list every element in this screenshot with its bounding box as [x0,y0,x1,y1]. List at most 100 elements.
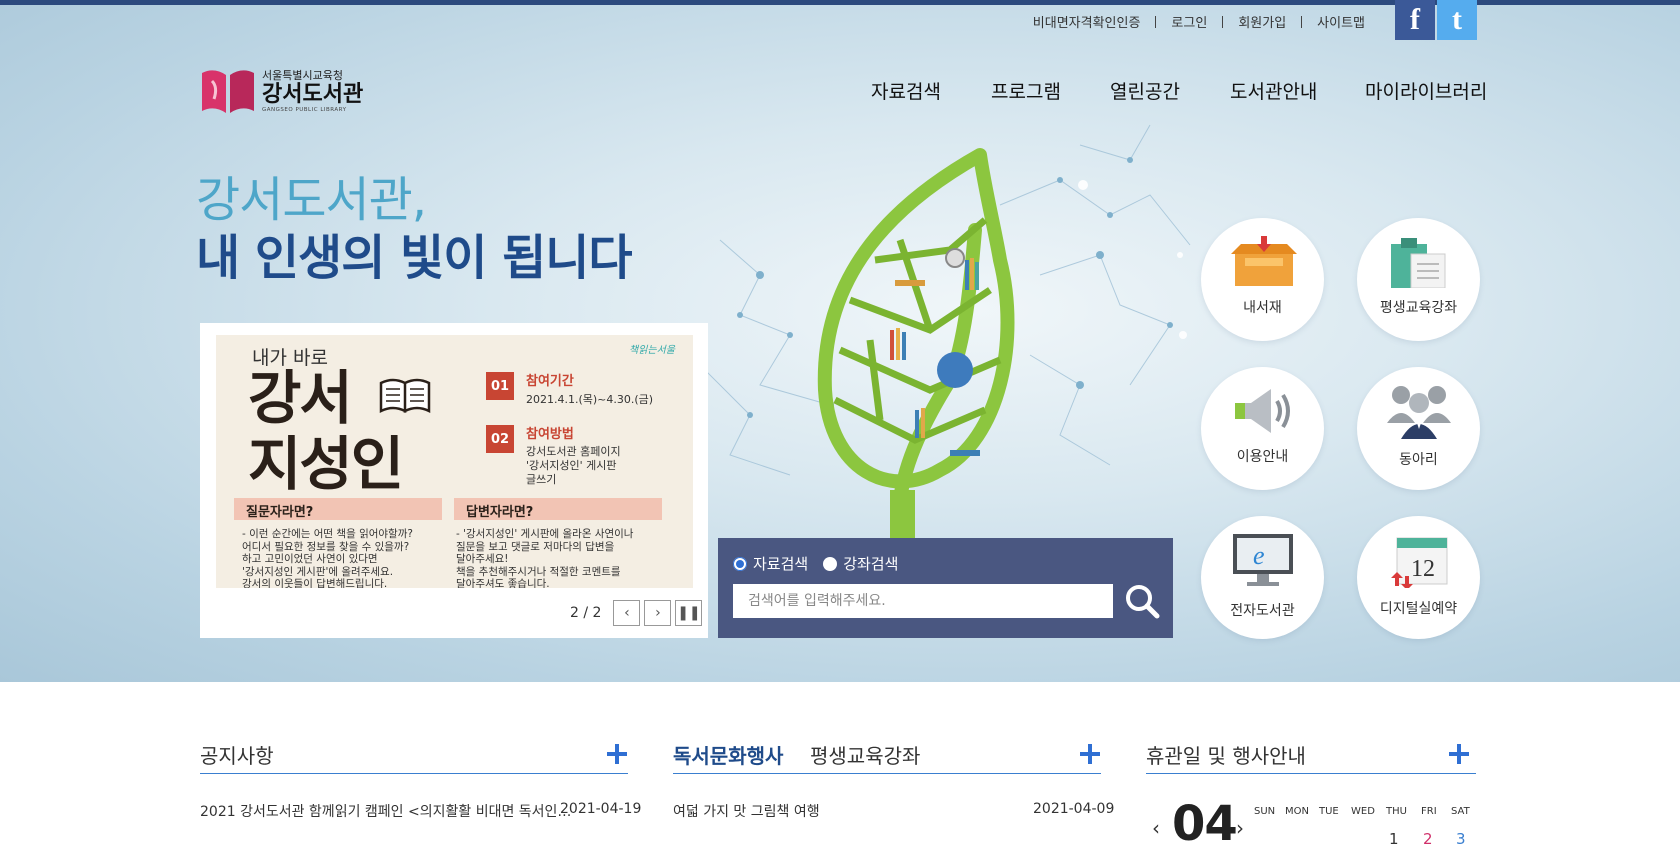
megaphone-icon [1235,389,1290,433]
poster-part1-head: 참여기간 [526,374,574,389]
poster-question-text: - 이런 순간에는 어떤 책을 읽어야할까? 어디서 필요한 정보를 찾을 수 … [242,528,413,588]
quick-digital-room-booking[interactable]: 12 디지털실예약 [1357,516,1480,639]
radio-course-search[interactable] [823,556,838,571]
facebook-icon[interactable]: f [1395,0,1435,40]
site-logo[interactable]: 서울특별시교육청 강서도서관 GANGSEO PUBLIC LIBRARY [200,65,363,115]
notice-title[interactable]: 공지사항 [200,740,274,769]
bookshelf-box-icon [1231,236,1297,286]
clipboard-icon [1391,238,1446,288]
quick-label: 평생교육강좌 [1379,300,1458,316]
calendar-date-1[interactable]: 1 [1389,830,1399,845]
poster-part2-line: 강서도서관 홈페이지 [526,445,621,458]
util-link-join[interactable]: 회원가입 [1223,12,1301,31]
poster-part2-head: 참여방법 [526,427,574,442]
calendar-day-sat: SAT [1451,806,1470,817]
calendar-day-sun: SUN [1254,806,1276,817]
logo-english: GANGSEO PUBLIC LIBRARY [262,107,347,113]
svg-text:e: e [1253,541,1265,570]
poster-part2-text: 강서도서관 홈페이지 '강서지성인' 게시판 글쓰기 [526,445,621,487]
calendar-prev-icon[interactable]: ‹ [1152,816,1160,840]
search-panel: 자료검색 강좌검색 [718,538,1173,638]
utility-nav: 비대면자격확인인증 로그인 회원가입 사이트맵 [1018,12,1380,31]
twitter-icon[interactable]: t [1437,0,1477,40]
calendar-more-plus-icon[interactable] [1449,744,1469,764]
quick-usage-guide[interactable]: 이용안내 [1201,367,1324,490]
notice-date: 2021-04-19 [560,801,642,817]
gnb-item-my-library[interactable]: 마이라이브러리 [1365,77,1487,104]
poster-part1-label: 01 [486,372,514,400]
tab-lifelong-courses[interactable]: 평생교육강좌 [810,740,920,769]
calendar-divider [1146,773,1476,774]
gnb-item-search[interactable]: 자료검색 [871,77,941,104]
quick-e-library[interactable]: e 전자도서관 [1201,516,1324,639]
events-more-plus-icon[interactable] [1080,744,1100,764]
quick-label: 디지털실예약 [1379,601,1458,617]
search-icon[interactable] [1123,582,1161,620]
calendar-day-tue: TUE [1319,806,1339,817]
calendar-day-thu: THU [1386,806,1407,817]
poster-question-line: '강서지성인 게시판'에 올려주세요. [242,565,394,578]
util-link-login[interactable]: 로그인 [1156,12,1222,31]
events-date: 2021-04-09 [1033,801,1115,817]
gnb-item-program[interactable]: 프로그램 [991,77,1061,104]
util-link-verify[interactable]: 비대면자격확인인증 [1018,12,1156,31]
radio-material-label[interactable]: 자료검색 [753,553,808,574]
quick-label: 전자도서관 [1230,603,1295,619]
calendar-next-icon[interactable]: › [1236,816,1244,840]
search-input[interactable] [733,584,1113,618]
poster-answer-line: 달아주세요! [456,553,509,565]
poster-answer-line: 질문을 보고 댓글로 저마다의 답변을 [456,540,615,553]
calendar-day-wed: WED [1351,806,1375,817]
open-book-icon [379,378,431,414]
poster-part2-line: '강서지성인' 게시판 [526,459,617,472]
calendar-date-3[interactable]: 3 [1456,830,1466,845]
quick-lifelong-education[interactable]: 평생교육강좌 [1357,218,1480,341]
poster-question-line: 어디서 필요한 정보를 찾을 수 있을까? [242,540,410,553]
gnb-item-open-space[interactable]: 열린공간 [1110,77,1180,104]
poster-part2-line: 글쓰기 [526,473,557,486]
banner-box: 내가 바로 강서 지성인 책읽는서울 01 참여기간 2021.4.1.(목)~… [200,323,708,638]
poster-question-line: 강서의 이웃들이 답변해드립니다. [242,578,388,588]
quick-club[interactable]: 동아리 [1357,367,1480,490]
poster-question-line: - 이런 순간에는 어떤 책을 읽어야할까? [242,528,413,540]
leaf-bookshelf-illustration [817,148,1015,540]
calendar-month: 04 [1172,796,1238,845]
book-logo-icon [202,70,254,113]
radio-material-search[interactable] [733,556,747,571]
logo-subtitle: 서울특별시교육청 [262,69,343,82]
notice-item[interactable]: 2021 강서도서관 함께읽기 캠페인 <의지활활 비대면 독서인… [200,801,571,821]
poster-brand: 책읽는서울 [629,345,675,356]
util-link-sitemap[interactable]: 사이트맵 [1302,12,1380,31]
poster-answer-line: 달아주셔도 좋습니다. [456,578,550,588]
next-arrow-icon[interactable]: › [644,600,672,626]
quick-label: 동아리 [1399,452,1438,468]
poster-big-title-2: 지성인 [248,430,404,498]
banner-pager: 2 / 2 ‹ › ❚❚ [570,600,703,626]
computer-monitor-icon: e [1233,534,1293,586]
calendar-day-fri: FRI [1421,806,1437,817]
tab-reading-events[interactable]: 독서문화행사 [673,740,783,769]
radio-course-label[interactable]: 강좌검색 [843,553,898,574]
notice-more-plus-icon[interactable] [607,744,627,764]
banner-counter: 2 / 2 [570,605,602,621]
quick-my-shelf[interactable]: 내서재 [1201,218,1324,341]
prev-arrow-icon[interactable]: ‹ [613,600,641,626]
poster-question-head: 질문자라면? [234,498,442,520]
poster-question-line: 하고 고민이었던 사연이 있다면 [242,553,378,565]
poster-answer-line: - '강서지성인' 게시판에 올라온 사연이나 [456,528,634,540]
calendar-icon: 12 [1391,537,1448,588]
gnb-item-library-info[interactable]: 도서관안내 [1230,77,1317,104]
poster-answer-text: - '강서지성인' 게시판에 올라온 사연이나 질문을 보고 댓글로 저마다의 … [456,528,633,588]
events-item[interactable]: 여덟 가지 맛 그림책 여행 [673,801,820,821]
events-divider [673,773,1101,774]
poster-part1-text: 2021.4.1.(목)~4.30.(금) [526,393,654,406]
slogan-line-2: 내 인생의 빛이 됩니다 [196,230,633,286]
calendar-day-mon: MON [1285,806,1309,817]
banner-poster[interactable]: 내가 바로 강서 지성인 책읽는서울 01 참여기간 2021.4.1.(목)~… [216,335,693,588]
poster-answer-head: 답변자라면? [454,498,662,520]
calendar-title[interactable]: 휴관일 및 행사안내 [1146,740,1306,769]
calendar-date-2[interactable]: 2 [1423,830,1433,845]
logo-title: 강서도서관 [262,82,364,107]
quick-label: 내서재 [1243,300,1282,316]
pause-icon[interactable]: ❚❚ [675,600,703,626]
